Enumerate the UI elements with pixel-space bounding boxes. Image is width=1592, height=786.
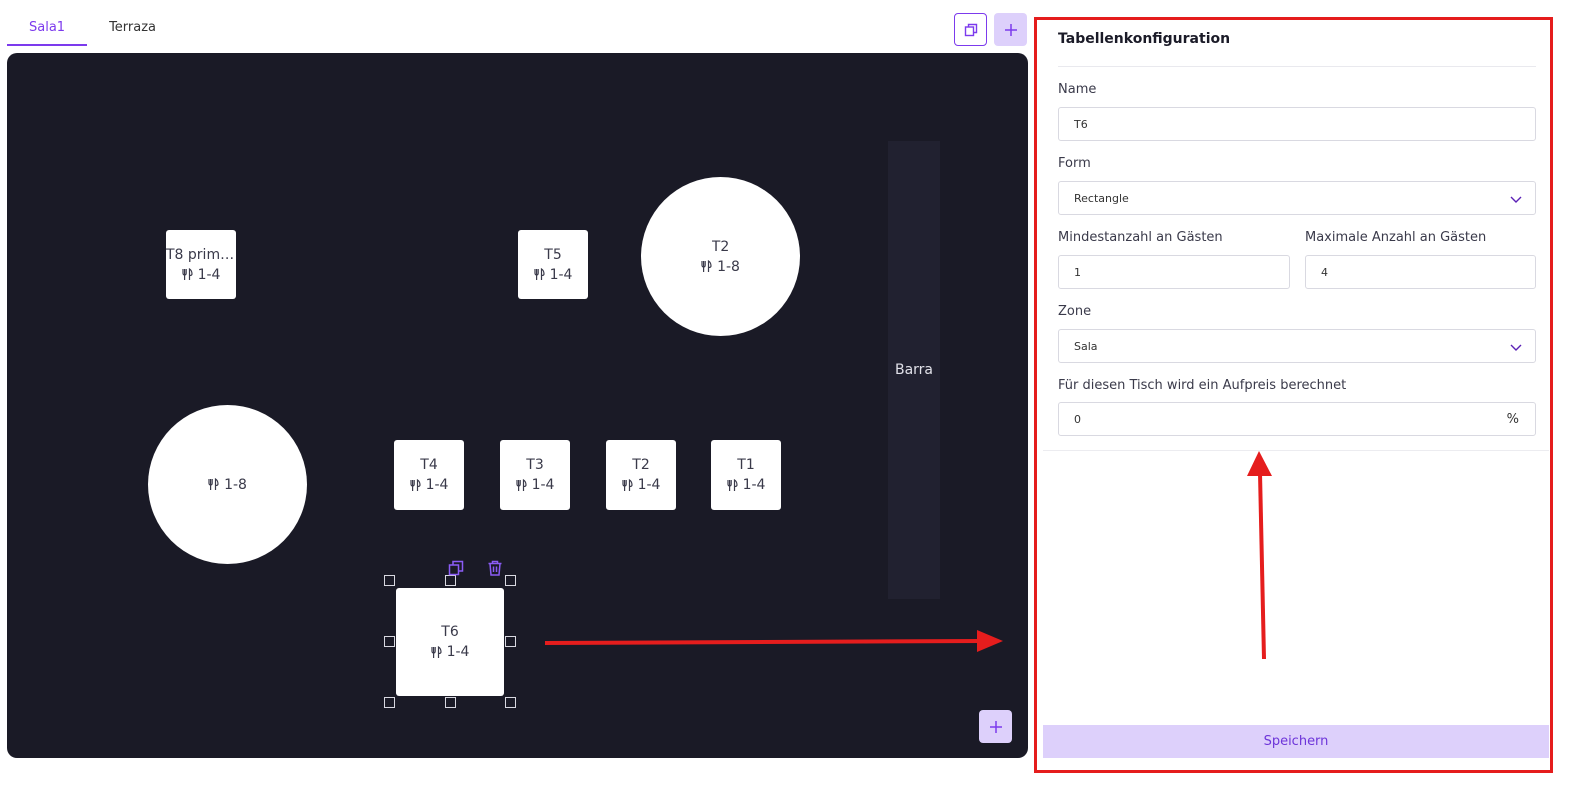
plus-icon <box>1004 23 1017 36</box>
table-name: T1 <box>737 457 755 473</box>
table-t5[interactable]: T5 1-4 <box>518 230 588 299</box>
table-capacity: 1-4 <box>621 475 661 495</box>
add-room-button[interactable] <box>994 13 1027 46</box>
barra-area[interactable]: Barra <box>888 141 940 599</box>
cutlery-icon <box>409 478 421 491</box>
plus-icon <box>989 720 1002 733</box>
table-name: T5 <box>544 246 562 263</box>
floor-plan-canvas[interactable]: T8 prime... 1-4 T5 1-4 T2 1-8 1-8 T4 1-4… <box>7 53 1028 758</box>
room-tabs: Sala1 Terraza <box>7 10 178 46</box>
cutlery-icon <box>533 268 545 280</box>
capacity-text: 1-4 <box>446 644 470 660</box>
table-name: T8 prime... <box>166 246 236 263</box>
table-name: T3 <box>526 457 544 473</box>
capacity-text: 1-4 <box>549 266 573 283</box>
capacity-text: 1-4 <box>531 477 555 493</box>
table-t3[interactable]: T3 1-4 <box>500 440 570 510</box>
table-capacity: 1-4 <box>533 265 573 285</box>
cutlery-icon <box>430 645 442 658</box>
table-name: T2 <box>711 238 730 255</box>
tab-sala1[interactable]: Sala1 <box>7 10 88 46</box>
cutlery-icon <box>515 478 527 491</box>
capacity-text: 1-8 <box>224 476 247 493</box>
resize-handle-right[interactable] <box>505 636 516 647</box>
cutlery-icon <box>208 478 219 490</box>
capacity-text: 1-4 <box>197 266 221 283</box>
copy-icon <box>964 23 977 36</box>
cutlery-icon <box>726 478 738 491</box>
table-t6-selected[interactable]: T6 1-4 <box>396 588 504 696</box>
annotation-highlight-frame <box>1034 17 1553 773</box>
table-capacity: 1-4 <box>181 265 221 285</box>
table-capacity: 1-4 <box>515 475 555 495</box>
table-t8[interactable]: T8 prime... 1-4 <box>166 230 236 299</box>
cutlery-icon <box>621 478 633 491</box>
tab-terraza[interactable]: Terraza <box>87 10 178 46</box>
barra-label: Barra <box>894 362 934 378</box>
table-capacity: 1-8 <box>701 257 740 277</box>
copy-icon[interactable] <box>447 559 465 577</box>
table-t2-round[interactable]: T2 1-8 <box>641 177 800 336</box>
table-name: T2 <box>632 457 650 473</box>
table-t1[interactable]: T1 1-4 <box>711 440 781 510</box>
table-capacity: 1-8 <box>208 475 247 495</box>
resize-handle-top-left[interactable] <box>384 575 395 586</box>
cutlery-icon <box>701 260 712 272</box>
resize-handle-top-right[interactable] <box>505 575 516 586</box>
table-name: T4 <box>420 457 438 473</box>
table-capacity: 1-4 <box>409 475 449 495</box>
resize-handle-bottom[interactable] <box>445 697 456 708</box>
resize-handle-bottom-left[interactable] <box>384 697 395 708</box>
table-round-unnamed[interactable]: 1-8 <box>148 405 307 564</box>
duplicate-room-button[interactable] <box>954 13 987 46</box>
capacity-text: 1-4 <box>637 477 661 493</box>
table-capacity: 1-4 <box>430 642 470 662</box>
capacity-text: 1-4 <box>425 477 449 493</box>
table-capacity: 1-4 <box>726 475 766 495</box>
cutlery-icon <box>181 268 193 280</box>
trash-icon[interactable] <box>486 559 504 577</box>
add-table-button[interactable] <box>979 710 1012 743</box>
resize-handle-left[interactable] <box>384 636 395 647</box>
capacity-text: 1-8 <box>717 258 740 275</box>
capacity-text: 1-4 <box>742 477 766 493</box>
resize-handle-bottom-right[interactable] <box>505 697 516 708</box>
app-root: Sala1 Terraza T8 prime... 1-4 T5 1-4 T2 … <box>0 0 1592 786</box>
table-name: T6 <box>441 624 459 640</box>
table-t2[interactable]: T2 1-4 <box>606 440 676 510</box>
table-t4[interactable]: T4 1-4 <box>394 440 464 510</box>
